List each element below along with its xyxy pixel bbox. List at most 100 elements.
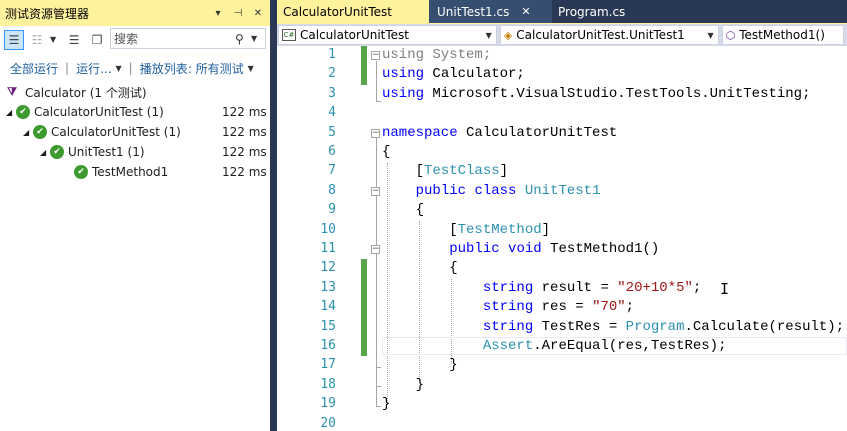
code-text: namespace CalculatorUnitTest — [382, 124, 618, 141]
code-text: public class UnitTest1 — [415, 182, 601, 199]
collapse-icon[interactable]: − — [371, 51, 380, 60]
tree-item[interactable]: ◢ ✔ UnitTest1 (1) 122 ms — [0, 142, 270, 162]
code-text: { — [382, 260, 458, 277]
run-link[interactable]: 运行... — [76, 60, 111, 77]
panel-splitter[interactable] — [270, 0, 277, 431]
line-number: 19 — [320, 396, 336, 412]
list-icon[interactable]: ☰ — [64, 30, 84, 50]
code-line[interactable]: 14 string res = "70"; — [277, 298, 847, 318]
tab-program[interactable]: Program.cs — [552, 0, 642, 23]
run-all-link[interactable]: 全部运行 — [10, 60, 58, 77]
code-line[interactable]: 5 − namespace CalculatorUnitTest — [277, 124, 847, 143]
code-line[interactable]: 2 using Calculator; — [277, 65, 847, 85]
line-number: 11 — [320, 241, 336, 256]
tab-unittest1[interactable]: UnitTest1.cs ✕ — [429, 0, 552, 23]
expand-triangle-icon[interactable]: ◢ — [6, 108, 16, 117]
chevron-down-icon[interactable]: ▼ — [116, 64, 122, 73]
tree-item-label: Calculator (1 个测试) — [25, 85, 147, 100]
project-dropdown-value: CalculatorUnitTest — [300, 28, 409, 42]
passed-check-icon: ✔ — [33, 125, 47, 139]
test-actions-bar: 全部运行 | 运行... ▼ | 播放列表: 所有测试 ▼ — [0, 57, 270, 79]
chevron-down-icon[interactable]: ▼ — [486, 31, 492, 40]
project-dropdown[interactable]: C# CalculatorUnitTest ▼ — [278, 25, 497, 45]
collapse-icon[interactable]: − — [371, 128, 380, 138]
tree-item-project[interactable]: ⧩ Calculator (1 个测试) — [0, 82, 270, 102]
member-dropdown[interactable]: ⬡ TestMethod1() — [721, 25, 844, 45]
code-line[interactable]: 1 − using System; — [277, 46, 847, 66]
tab-calculatorunittest[interactable]: CalculatorUnitTest — [277, 0, 429, 23]
hierarchy-icon[interactable]: ☷ — [27, 30, 47, 50]
copy-window-icon[interactable]: ❐ — [87, 30, 107, 50]
line-number: 10 — [320, 221, 336, 237]
code-line[interactable]: 9 { — [277, 201, 847, 220]
code-text: Assert.AreEqual(res,TestRes); — [482, 338, 727, 354]
code-line[interactable]: 4 — [277, 104, 847, 123]
code-line[interactable]: 3 using Microsoft.VisualStudio.TestTools… — [277, 85, 847, 104]
line-number: 15 — [320, 318, 336, 334]
code-text: { — [382, 202, 425, 219]
code-line[interactable]: 13 string result = "20+10*5"; — [277, 278, 847, 299]
line-number: 4 — [328, 105, 336, 121]
document-tab-bar: CalculatorUnitTest UnitTest1.cs ✕ Progra… — [277, 0, 847, 23]
search-box[interactable]: ⚲ ▼ — [110, 28, 266, 49]
test-explorer-panel: 测试资源管理器 ▾ ⊣ ✕ ☰ ☷ ▼ ☰ ❐ ⚲ ▼ 全部运行 | 运行...… — [0, 0, 270, 431]
pin-icon[interactable]: ⊣ — [230, 5, 246, 21]
expand-triangle-icon[interactable]: ◢ — [40, 148, 50, 157]
chevron-down-icon[interactable]: ▼ — [251, 34, 257, 43]
code-line[interactable]: 11 − public void TestMethod1() — [277, 240, 847, 259]
search-icon[interactable]: ⚲ — [235, 32, 251, 46]
change-indicator — [361, 298, 367, 318]
line-number: 7 — [328, 163, 336, 179]
search-input[interactable] — [111, 29, 235, 48]
panel-menu-icon[interactable]: ▾ — [210, 5, 226, 21]
playlist-link[interactable]: 播放列表: 所有测试 — [140, 60, 244, 77]
code-line[interactable]: 16 Assert.AreEqual(res,TestRes); — [277, 337, 847, 357]
close-icon[interactable]: ✕ — [250, 5, 266, 21]
line-number: 20 — [320, 415, 336, 431]
collapse-icon[interactable]: − — [371, 245, 380, 254]
chevron-down-icon[interactable]: ▼ — [707, 31, 713, 40]
tree-item[interactable]: ◢ ✔ CalculatorUnitTest (1) 122 ms — [0, 122, 270, 142]
expand-triangle-icon[interactable]: ◢ — [23, 128, 33, 137]
code-text: string res = "70"; — [482, 299, 635, 316]
change-indicator — [361, 337, 367, 357]
code-text: using Microsoft.VisualStudio.TestTools.U… — [382, 85, 811, 102]
code-editor[interactable]: 1 − using System; 2 using Calculator; 3 … — [277, 46, 847, 431]
line-number: 13 — [320, 279, 336, 295]
collapse-icon[interactable]: − — [371, 186, 380, 196]
code-line[interactable]: 19 } — [277, 395, 847, 414]
code-line[interactable]: 17 } — [277, 356, 847, 375]
code-line[interactable]: 6 { — [277, 143, 847, 162]
code-line[interactable]: 8 − public class UnitTest1 — [277, 182, 847, 201]
code-line[interactable]: 12 { — [277, 259, 847, 279]
tab-label: UnitTest1.cs — [437, 4, 510, 19]
code-text: } — [382, 396, 391, 413]
chevron-down-icon[interactable]: ▼ — [248, 64, 254, 73]
code-line[interactable]: 18 } — [277, 376, 847, 395]
tab-label: CalculatorUnitTest — [283, 4, 392, 19]
line-number: 12 — [320, 260, 336, 276]
line-number: 2 — [328, 66, 336, 82]
code-text: public void TestMethod1() — [449, 241, 660, 257]
code-line[interactable]: 15 string TestRes = Program.Calculate(re… — [277, 317, 847, 337]
tree-item[interactable]: ◢ ✔ CalculatorUnitTest (1) 122 ms — [0, 102, 270, 122]
passed-check-icon: ✔ — [74, 165, 88, 179]
line-number: 16 — [320, 338, 336, 353]
text-cursor-icon: I — [720, 280, 730, 298]
line-number: 8 — [328, 182, 336, 198]
code-text: [TestMethod] — [382, 221, 551, 238]
code-line[interactable]: 20 — [277, 415, 847, 431]
code-line[interactable]: 7 [TestClass] — [277, 162, 847, 181]
code-text: } — [382, 357, 458, 374]
class-icon: ◈ — [503, 28, 513, 42]
group-by-icon[interactable]: ☰ — [4, 29, 24, 50]
class-dropdown[interactable]: ◈ CalculatorUnitTest.UnitTest1 ▼ — [499, 25, 719, 45]
code-line[interactable]: 10 [TestMethod] — [277, 221, 847, 240]
close-tab-icon[interactable]: ✕ — [521, 5, 530, 18]
csharp-project-icon: C# — [282, 29, 296, 41]
chevron-down-icon[interactable]: ▼ — [50, 35, 56, 44]
change-indicator — [361, 65, 367, 85]
tree-item-test-method[interactable]: ✔ TestMethod1 122 ms — [0, 162, 270, 182]
line-number: 14 — [320, 299, 336, 315]
test-duration: 122 ms — [222, 145, 267, 159]
